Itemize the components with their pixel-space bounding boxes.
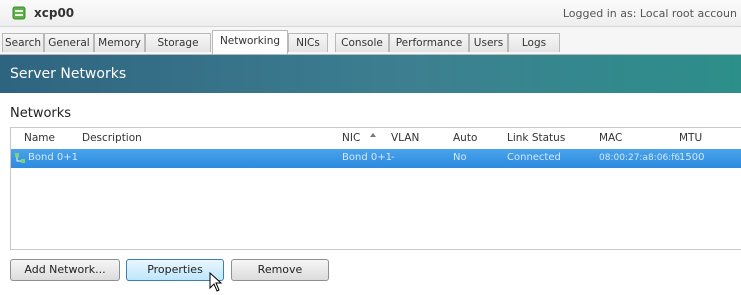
table-header: Name Description NIC VLAN Auto Link Stat… — [11, 128, 741, 150]
cell-nic: Bond 0+1 — [342, 152, 392, 163]
cell-mtu: 1500 — [679, 152, 705, 163]
column-header-nic[interactable]: NIC — [342, 132, 360, 144]
tab-general[interactable]: General — [44, 33, 94, 52]
logged-in-status: Logged in as: Local root accoun — [562, 7, 737, 20]
tab-networking[interactable]: Networking — [212, 30, 288, 54]
title-bar: xcp00 Logged in as: Local root accoun — [0, 0, 741, 27]
tab-nics[interactable]: NICs — [288, 33, 328, 52]
mouse-cursor-icon — [209, 272, 223, 292]
networks-table: Name Description NIC VLAN Auto Link Stat… — [10, 127, 741, 250]
add-network-button[interactable]: Add Network... — [10, 259, 120, 281]
remove-button[interactable]: Remove — [231, 259, 329, 281]
network-icon — [15, 153, 25, 163]
page-title: Server Networks — [10, 66, 127, 82]
column-header-description[interactable]: Description — [82, 132, 142, 144]
server-icon — [12, 6, 26, 20]
host-name: xcp00 — [34, 6, 75, 20]
column-header-mtu[interactable]: MTU — [679, 132, 702, 144]
column-header-mac[interactable]: MAC — [599, 132, 622, 144]
column-header-name[interactable]: Name — [24, 132, 55, 144]
tab-logs[interactable]: Logs — [508, 33, 560, 52]
table-row[interactable]: Bond 0+1 Bond 0+1 - No Connected 08:00:2… — [11, 149, 741, 168]
column-header-vlan[interactable]: VLAN — [391, 132, 419, 144]
tab-storage[interactable]: Storage — [145, 33, 211, 52]
column-header-auto[interactable]: Auto — [453, 132, 477, 144]
section-title: Networks — [10, 106, 72, 121]
tab-bar: Search General Memory Storage Networking… — [0, 27, 741, 55]
cell-name: Bond 0+1 — [28, 152, 78, 163]
cell-link-status: Connected — [507, 152, 561, 163]
tab-console[interactable]: Console — [335, 33, 389, 52]
cell-auto: No — [453, 152, 467, 163]
tab-users[interactable]: Users — [469, 33, 508, 52]
cell-mac: 08:00:27:a8:06:f6 — [599, 153, 681, 163]
cell-vlan: - — [391, 152, 395, 163]
page-banner: Server Networks — [0, 55, 741, 93]
tab-memory[interactable]: Memory — [94, 33, 145, 52]
sort-ascending-icon — [370, 133, 376, 137]
tab-search[interactable]: Search — [2, 33, 44, 52]
column-header-link-status[interactable]: Link Status — [507, 132, 565, 144]
tab-performance[interactable]: Performance — [389, 33, 469, 52]
